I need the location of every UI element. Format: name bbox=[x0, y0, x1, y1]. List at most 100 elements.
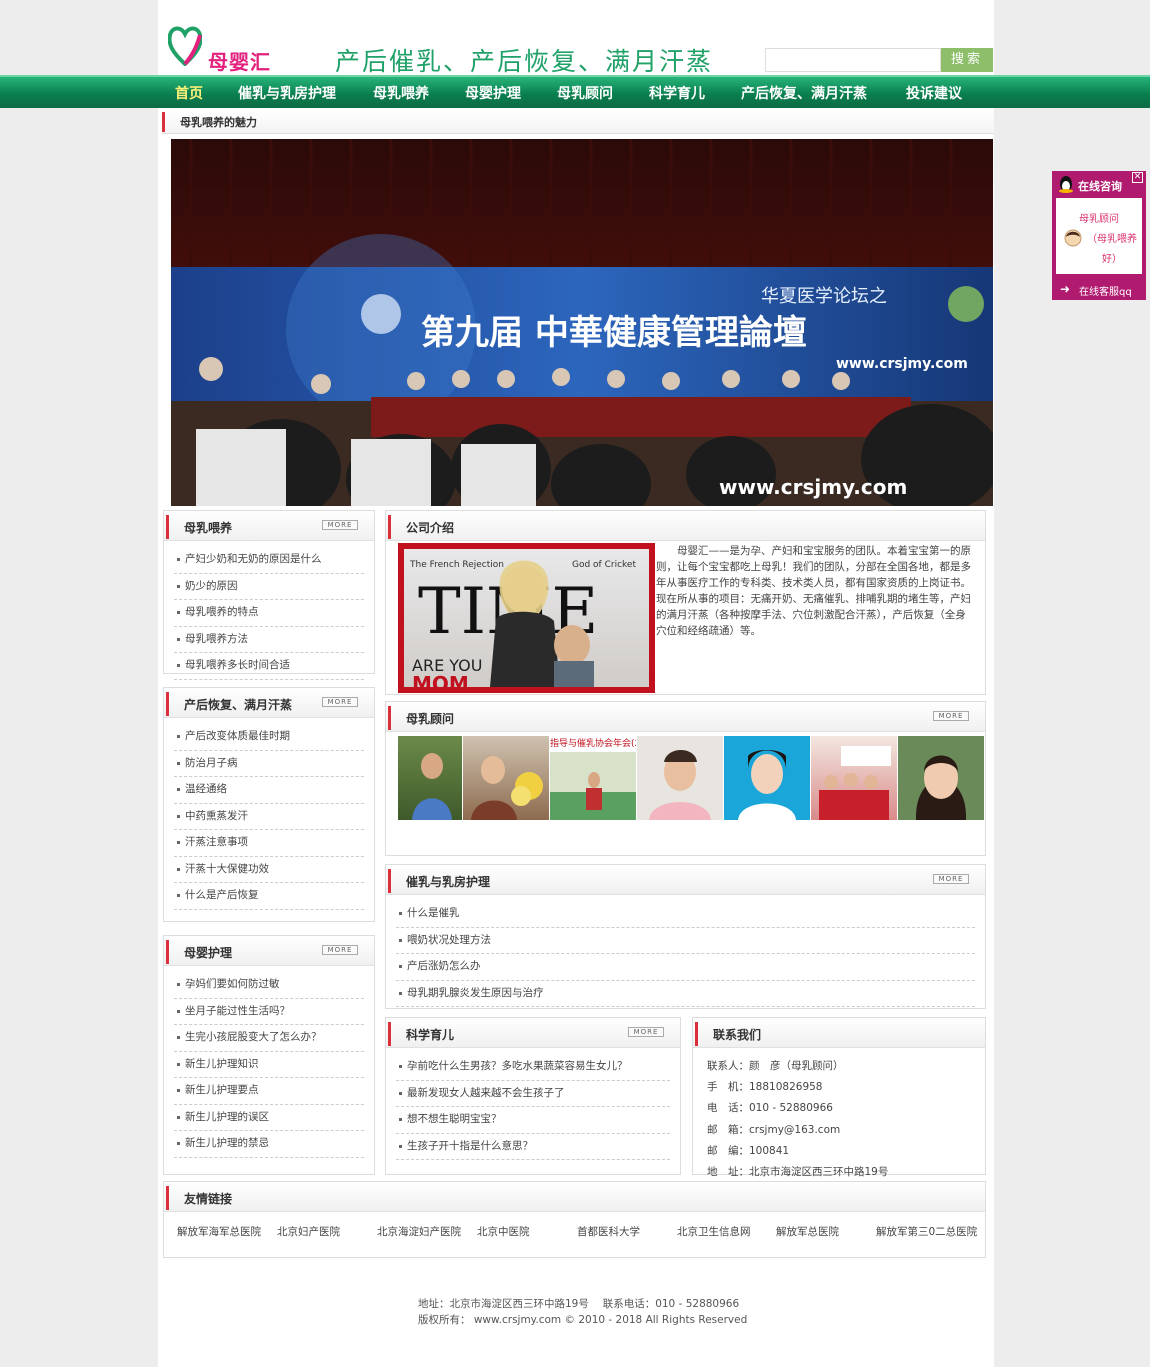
nav-recovery[interactable]: 产后恢复、满月汗蒸 bbox=[741, 83, 867, 103]
list-item[interactable]: 新生儿护理知识 bbox=[174, 1052, 364, 1078]
advisor-photo[interactable] bbox=[463, 736, 549, 820]
nav-complaints[interactable]: 投诉建议 bbox=[906, 83, 962, 103]
nav-mother-baby-care[interactable]: 母婴护理 bbox=[465, 83, 521, 103]
qq-advisor-subtitle[interactable]: （母乳喂养好） bbox=[1084, 230, 1140, 270]
list-item[interactable]: 坐月子能过性生活吗？ bbox=[174, 999, 364, 1025]
list-item[interactable]: 母乳喂养方法 bbox=[174, 627, 364, 653]
search-button[interactable]: 搜索 bbox=[941, 48, 993, 72]
advisor-photo[interactable] bbox=[811, 736, 897, 820]
title-accent-bar bbox=[388, 1022, 391, 1046]
nav-home[interactable]: 首页 bbox=[175, 83, 203, 103]
contact-email[interactable]: 邮 箱：crsjmy@163.com bbox=[707, 1120, 888, 1141]
qq-service-button[interactable]: ➜ 在线客服qq bbox=[1052, 279, 1146, 299]
list-item[interactable]: 汗蒸注意事项 bbox=[174, 830, 364, 857]
list-item[interactable]: 什么是催乳 bbox=[396, 901, 975, 928]
lactation-box: 催乳与乳房护理 MORE 什么是催乳 喂奶状况处理方法 产后涨奶怎么办 母乳期乳… bbox=[385, 864, 986, 1009]
lactation-more-button[interactable]: MORE bbox=[933, 874, 969, 884]
advisors-more-button[interactable]: MORE bbox=[933, 711, 969, 721]
nav-lactation[interactable]: 催乳与乳房护理 bbox=[238, 83, 336, 103]
contact-details: 联系人：颜 彦（母乳顾问） 手 机：18810826958 电 话：010 - … bbox=[707, 1056, 888, 1183]
care-more-button[interactable]: MORE bbox=[322, 945, 358, 955]
list-item[interactable]: 什么是产后恢复 bbox=[174, 883, 364, 910]
advisor-photo[interactable] bbox=[724, 736, 810, 820]
advisor-photo[interactable] bbox=[898, 736, 984, 820]
friend-link[interactable]: 解放军总医院 bbox=[776, 1224, 839, 1239]
friend-links-title: 友情链接 bbox=[184, 1192, 233, 1206]
lactation-header: 催乳与乳房护理 MORE bbox=[386, 865, 985, 895]
breastfeeding-title: 母乳喂养 bbox=[184, 521, 233, 535]
breastfeeding-box: 母乳喂养 MORE 产妇少奶和无奶的原因是什么 奶少的原因 母乳喂养的特点 母乳… bbox=[163, 510, 375, 680]
logo-text: 母婴汇 bbox=[208, 50, 271, 74]
qq-advisor-link[interactable]: 母乳顾问 bbox=[1056, 210, 1142, 225]
nav-parenting[interactable]: 科学育儿 bbox=[649, 83, 705, 103]
cover-headline-right: God of Cricket bbox=[572, 560, 636, 570]
list-item[interactable]: 新生儿护理的误区 bbox=[174, 1105, 364, 1131]
arrow-right-icon: ➜ bbox=[1060, 282, 1071, 296]
contact-postcode: 邮 编：100841 bbox=[707, 1144, 790, 1157]
care-box: 母婴护理 MORE 孕妈们要如何防过敏 坐月子能过性生活吗？ 生完小孩屁股变大了… bbox=[163, 935, 375, 1175]
list-item[interactable]: 新生儿护理要点 bbox=[174, 1078, 364, 1105]
title-accent-bar bbox=[388, 869, 391, 893]
list-item[interactable]: 想不想生聪明宝宝？ bbox=[396, 1107, 670, 1134]
contact-mobile: 手 机：18810826958 bbox=[707, 1081, 823, 1094]
recovery-more-button[interactable]: MORE bbox=[322, 697, 358, 707]
list-item[interactable]: 生孩子开十指是什么意思？ bbox=[396, 1134, 670, 1160]
list-item[interactable]: 汗蒸十大保健功效 bbox=[174, 857, 364, 883]
advisor-portrait bbox=[412, 753, 452, 820]
advisor-avatar-icon bbox=[1064, 229, 1082, 247]
nav-breastfeeding[interactable]: 母乳喂养 bbox=[373, 83, 429, 103]
friend-link[interactable]: 北京中医院 bbox=[477, 1224, 530, 1239]
recovery-header: 产后恢复、满月汗蒸 MORE bbox=[164, 688, 374, 718]
qq-widget-body: 母乳顾问 （母乳喂养好） bbox=[1056, 198, 1142, 274]
parenting-box: 科学育儿 MORE 孕前吃什么生男孩？多吃水果蔬菜容易生女儿？ 最新发现女人越来… bbox=[385, 1017, 681, 1175]
list-item[interactable]: 母乳喂养的特点 bbox=[174, 600, 364, 627]
list-item[interactable]: 温经通络 bbox=[174, 777, 364, 804]
friend-link[interactable]: 首都医科大学 bbox=[577, 1224, 640, 1239]
breastfeeding-more-button[interactable]: MORE bbox=[322, 520, 358, 530]
list-item[interactable]: 孕妈们要如何防过敏 bbox=[174, 972, 364, 999]
title-accent-bar bbox=[695, 1022, 698, 1046]
list-item[interactable]: 中药熏蒸发汗 bbox=[174, 804, 364, 830]
advisor-photo[interactable]: 指导与催乳协会年会(2 bbox=[550, 736, 636, 820]
friend-link[interactable]: 解放军第三0二总医院 bbox=[876, 1224, 977, 1239]
nav-advisors[interactable]: 母乳顾问 bbox=[557, 83, 613, 103]
parenting-more-button[interactable]: MORE bbox=[628, 1027, 664, 1037]
friend-link[interactable]: 北京卫生信息网 bbox=[677, 1224, 751, 1239]
list-item[interactable]: 产妇少奶和无奶的原因是什么 bbox=[174, 547, 364, 574]
list-item[interactable]: 喂奶状况处理方法 bbox=[396, 928, 975, 954]
friend-link[interactable]: 北京妇产医院 bbox=[277, 1224, 340, 1239]
breastfeeding-header: 母乳喂养 MORE bbox=[164, 511, 374, 541]
title-accent-bar bbox=[166, 1186, 169, 1210]
advisor-photo[interactable] bbox=[637, 736, 723, 820]
title-accent-bar bbox=[388, 515, 391, 539]
site-logo[interactable]: 母婴汇 bbox=[168, 24, 288, 74]
banner-image[interactable]: 华夏医学论坛之 第九届 中華健康管理論壇 www.crsjmy.com www.… bbox=[171, 139, 993, 506]
list-item[interactable]: 孕前吃什么生男孩？多吃水果蔬菜容易生女儿？ bbox=[396, 1054, 670, 1081]
advisor-portrait bbox=[819, 746, 891, 820]
list-item[interactable]: 最新发现女人越来越不会生孩子了 bbox=[396, 1081, 670, 1107]
company-box: 公司介绍 The French Rejection God of Cricket… bbox=[385, 510, 986, 695]
advisor-photo-strip: 指导与催乳协会年会(2 bbox=[398, 736, 984, 820]
advisor-photo[interactable] bbox=[398, 736, 462, 820]
advisor-photo-caption: 指导与催乳协会年会(2 bbox=[550, 736, 636, 752]
banner-watermark: www.crsjmy.com bbox=[719, 475, 907, 499]
list-item[interactable]: 奶少的原因 bbox=[174, 574, 364, 600]
friend-link[interactable]: 北京海淀妇产医院 bbox=[377, 1224, 461, 1239]
list-item[interactable]: 新生儿护理的禁忌 bbox=[174, 1131, 364, 1158]
list-item[interactable]: 防治月子病 bbox=[174, 751, 364, 777]
list-item[interactable]: 生完小孩屁股变大了怎么办？ bbox=[174, 1025, 364, 1052]
magazine-cover-image[interactable]: The French Rejection God of Cricket TIME… bbox=[398, 543, 655, 693]
list-item[interactable]: 母乳喂养多长时间合适 bbox=[174, 653, 364, 680]
friend-link[interactable]: 解放军海军总医院 bbox=[177, 1224, 261, 1239]
close-icon[interactable]: ✕ bbox=[1132, 172, 1143, 183]
list-item[interactable]: 产后涨奶怎么办 bbox=[396, 954, 975, 981]
contact-phone: 电 话：010 - 52880966 bbox=[707, 1102, 833, 1115]
banner-title-bar: 母乳喂养的魅力 bbox=[162, 110, 994, 134]
list-item[interactable]: 母乳期乳腺炎发生原因与治疗 bbox=[396, 981, 975, 1007]
search-input[interactable] bbox=[765, 48, 941, 72]
footer-address: 地址：北京市海淀区西三环中路19号 联系电话：010 - 52880966 bbox=[418, 1298, 740, 1310]
advisors-title: 母乳顾问 bbox=[406, 712, 455, 726]
banner-watermark-top: www.crsjmy.com bbox=[836, 356, 968, 372]
list-item[interactable]: 产后改变体质最佳时期 bbox=[174, 724, 364, 751]
title-accent-bar bbox=[388, 706, 391, 730]
